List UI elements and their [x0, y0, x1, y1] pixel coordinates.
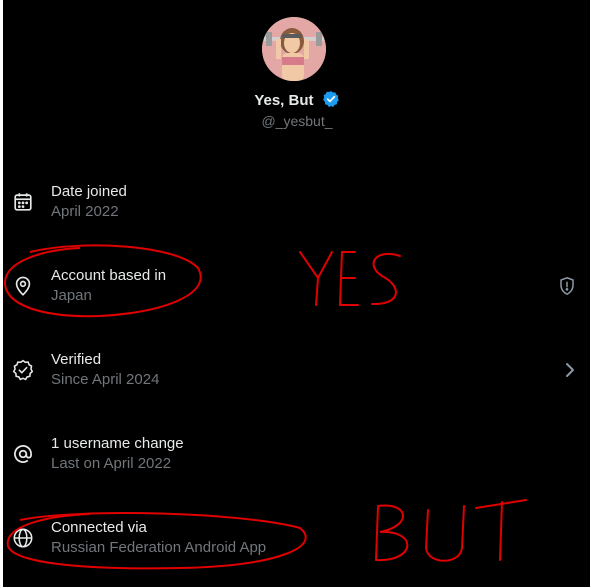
profile-name-row: Yes, But [0, 90, 594, 114]
at-sign-icon [12, 443, 34, 465]
profile-handle: @_yesbut_ [261, 113, 333, 129]
profile-name: Yes, But [254, 92, 314, 109]
row-title: Account based in [51, 267, 167, 284]
row-title: Verified [51, 351, 102, 368]
info-row-username-changes: 1 username change Last on April 2022 [0, 430, 594, 490]
info-row-account-based-in[interactable]: Account based in Japan [0, 262, 594, 322]
row-subtitle: April 2022 [51, 203, 119, 220]
row-title: Connected via [51, 519, 147, 536]
row-title: Date joined [51, 183, 127, 200]
shield-alert-icon[interactable] [558, 276, 576, 301]
row-subtitle: Last on April 2022 [51, 455, 172, 472]
row-subtitle: Japan [51, 287, 92, 304]
globe-icon [12, 527, 34, 549]
avatar-illustration [262, 17, 326, 81]
calendar-icon [12, 191, 34, 213]
avatar[interactable] [262, 17, 326, 81]
row-subtitle: Since April 2024 [51, 371, 160, 388]
row-title: 1 username change [51, 435, 184, 452]
chevron-right-icon[interactable] [564, 362, 576, 383]
info-row-connected-via: Connected via Russian Federation Android… [0, 514, 594, 574]
row-subtitle: Russian Federation Android App [51, 539, 267, 556]
info-row-date-joined: Date joined April 2022 [0, 178, 594, 238]
profile-about-panel: Yes, But @_yesbut_ Date joined April 202… [0, 0, 594, 587]
verified-badge-icon [322, 90, 340, 114]
info-row-verified[interactable]: Verified Since April 2024 [0, 346, 594, 406]
verified-check-icon [12, 359, 34, 381]
location-pin-icon [12, 275, 34, 297]
